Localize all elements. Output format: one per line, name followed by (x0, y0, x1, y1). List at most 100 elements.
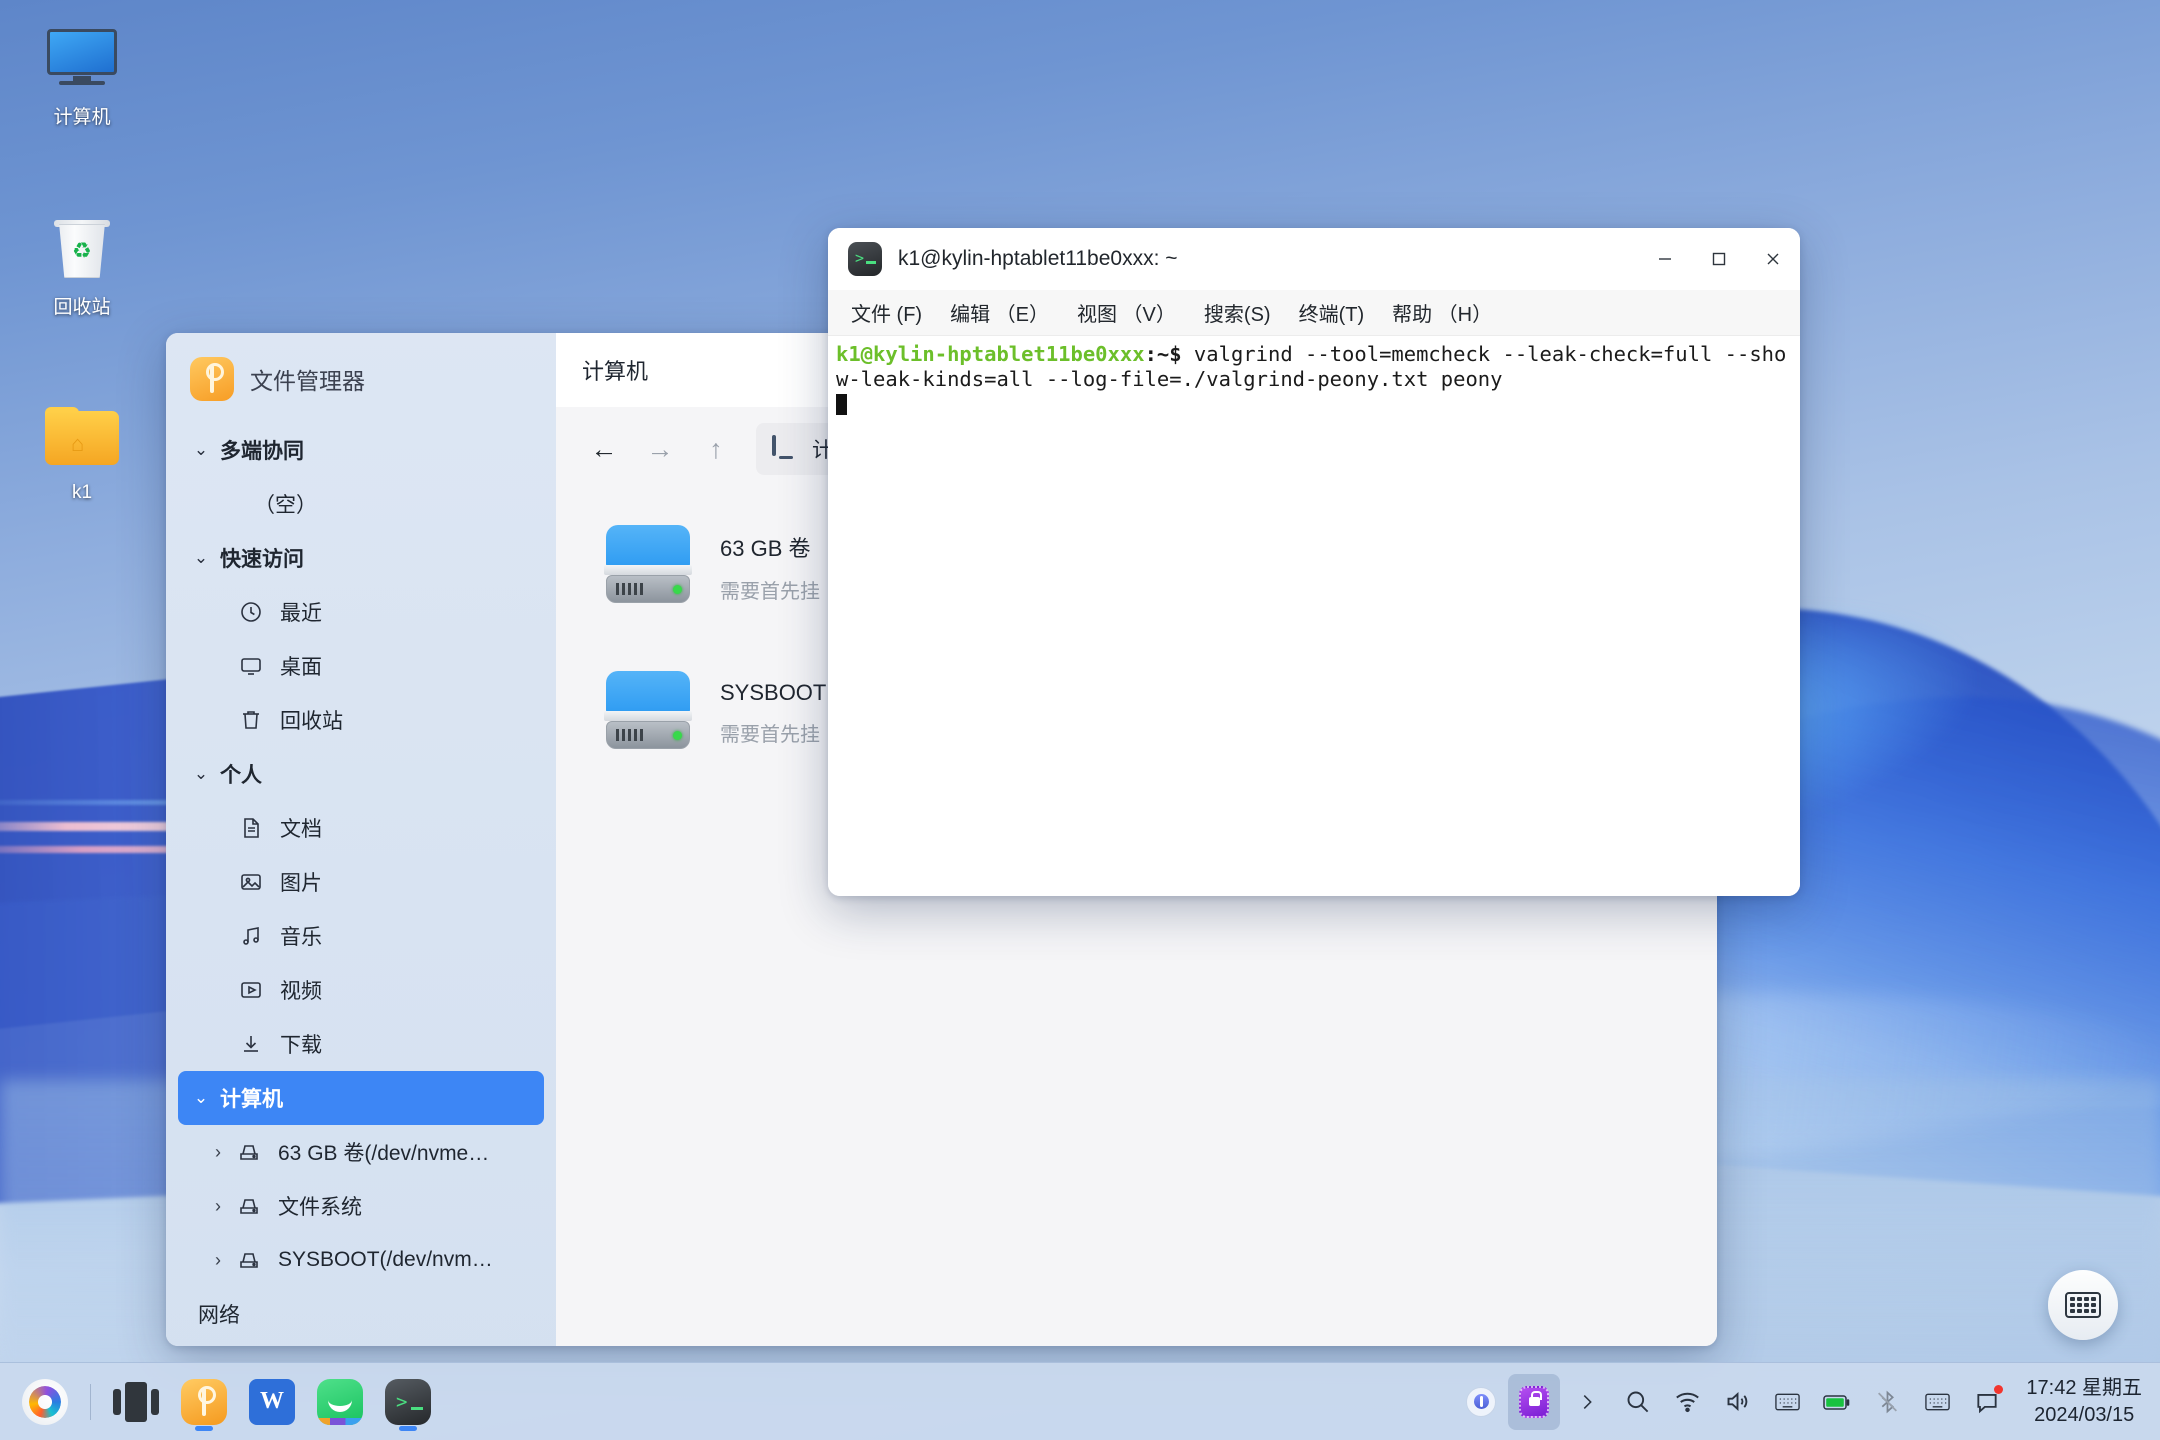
sidebar-item-pictures[interactable]: 图片 (178, 855, 544, 909)
sidebar-item-label: 图片 (280, 872, 322, 895)
terminal-output[interactable]: k1@kylin-hptablet11be0xxx:~$ valgrind --… (828, 336, 1800, 896)
tray-onscreen-keyboard[interactable] (1914, 1377, 1960, 1427)
terminal-menubar[interactable]: 文件 (F) 编辑 （E） 视图 （V） 搜索(S) 终端(T) 帮助 （H） (828, 290, 1800, 336)
sidebar-drive-label: SYSBOOT(/dev/nvm… (278, 1248, 493, 1271)
sidebar-item-label: 回收站 (280, 710, 343, 733)
taskbar-app-firefox[interactable] (14, 1371, 76, 1433)
tray-input-method[interactable] (1764, 1377, 1810, 1427)
drive-icon (232, 1194, 266, 1218)
tray-volume[interactable] (1714, 1377, 1760, 1427)
minimize-button[interactable] (1638, 228, 1692, 290)
taskbar-clock[interactable]: 17:42 星期五 2024/03/15 (2026, 1375, 2142, 1429)
desktop-icon-home[interactable]: ⌂ k1 (22, 398, 142, 504)
menu-file[interactable]: 文件 (F) (840, 293, 933, 332)
sidebar-item-label: 下载 (280, 1034, 322, 1057)
taskbar-app-terminal[interactable]: > (377, 1371, 439, 1433)
forward-button[interactable]: → (632, 425, 688, 473)
sidebar-group-multiterminal[interactable]: ⌄ 多端协同 (178, 423, 544, 477)
volume-icon (1727, 1392, 1748, 1411)
desktop-icon-label: 计算机 (53, 107, 111, 128)
sidebar-item-videos[interactable]: 视频 (178, 963, 544, 1017)
drive-status: 需要首先挂 (720, 580, 820, 603)
sidebar-item-desktop[interactable]: 桌面 (178, 639, 544, 693)
floating-keyboard-button[interactable] (2048, 1270, 2118, 1340)
hdd-icon (600, 671, 696, 755)
back-button[interactable]: ← (576, 425, 632, 473)
sidebar-item-downloads[interactable]: 下载 (178, 1017, 544, 1071)
sidebar-item-recent[interactable]: 最近 (178, 585, 544, 639)
taskbar-app-wechat[interactable] (309, 1371, 371, 1433)
file-manager-sidebar[interactable]: 文件管理器 ⌄ 多端协同 （空） ⌄ 快速访问 最近 桌面 回收站 ⌄ 个人 文… (166, 333, 556, 1346)
terminal-icon: > (385, 1378, 431, 1425)
computer-icon (772, 435, 800, 461)
tray-bluetooth[interactable] (1864, 1377, 1910, 1427)
sidebar-item-label: 视频 (280, 980, 322, 1003)
drive-info: SYSBOOT 需要首先挂 (720, 680, 826, 747)
menu-terminal[interactable]: 终端(T) (1288, 293, 1376, 332)
tray-security-center[interactable] (1458, 1377, 1504, 1427)
close-button[interactable] (1746, 228, 1800, 290)
sidebar-group-computer[interactable]: ⌄ 计算机 (178, 1071, 544, 1125)
wifi-icon (1676, 1392, 1699, 1413)
notification-badge (1994, 1384, 2004, 1394)
tray-wifi[interactable] (1664, 1377, 1710, 1427)
show-desktop-button[interactable] (2150, 1363, 2160, 1440)
file-manager-app-name: 文件管理器 (250, 368, 365, 394)
file-manager-tab-title[interactable]: 计算机 (582, 354, 648, 386)
bluetooth-off-icon (1877, 1390, 1897, 1413)
taskbar[interactable]: W > 17:42 星期五 2024/03/15 (0, 1362, 2160, 1440)
sidebar-item-recycle-bin[interactable]: 回收站 (178, 693, 544, 747)
battery-icon (1823, 1394, 1850, 1410)
tray-expand[interactable] (1564, 1377, 1610, 1427)
folder-home-icon: ⌂ (22, 398, 142, 476)
terminal-icon: > (848, 242, 882, 276)
desktop-icon (234, 654, 268, 678)
chevron-right-icon: › (215, 1249, 221, 1270)
terminal-title: k1@kylin-hptablet11be0xxx: ~ (898, 247, 1178, 270)
sidebar-group-label: 个人 (220, 764, 262, 787)
menu-view[interactable]: 视图 （V） (1066, 293, 1187, 332)
taskbar-app-task-view[interactable] (105, 1371, 167, 1433)
taskbar-app-wps[interactable]: W (241, 1371, 303, 1433)
menu-search[interactable]: 搜索(S) (1193, 293, 1282, 332)
sidebar-item-label: 网络 (198, 1304, 240, 1327)
tray-notifications[interactable] (1964, 1377, 2010, 1427)
file-manager-icon (190, 357, 234, 401)
sidebar-group-quick-access[interactable]: ⌄ 快速访问 (178, 531, 544, 585)
keyboard-icon (1925, 1393, 1950, 1410)
desktop[interactable]: 计算机 ♻ 回收站 ⌂ k1 文件管理器 ⌄ 多端协同 （空） ⌄ 快速访问 最… (0, 0, 2160, 1440)
tray-kylin-secure[interactable] (1508, 1373, 1561, 1430)
taskbar-app-file-manager[interactable] (173, 1371, 235, 1433)
maximize-button[interactable] (1692, 228, 1746, 290)
sidebar-item-empty: （空） (178, 477, 544, 531)
desktop-icon-recycle-bin[interactable]: ♻ 回收站 (22, 208, 142, 319)
clock-icon (234, 600, 268, 624)
chevron-right-icon (1584, 1394, 1593, 1409)
trash-icon: ♻ (22, 208, 142, 286)
image-icon (234, 870, 268, 894)
terminal-window[interactable]: > k1@kylin-hptablet11be0xxx: ~ 文件 (F) 编辑… (828, 228, 1800, 896)
firefox-icon (22, 1378, 68, 1425)
download-icon (234, 1032, 268, 1056)
sidebar-drive-label: 文件系统 (278, 1196, 362, 1219)
sidebar-group-label: 计算机 (220, 1088, 283, 1111)
sidebar-drive-sysboot[interactable]: › SYSBOOT(/dev/nvm… (178, 1233, 544, 1287)
desktop-icon-computer[interactable]: 计算机 (22, 18, 142, 129)
tray-battery[interactable] (1814, 1377, 1860, 1427)
sidebar-item-network[interactable]: 网络 (178, 1287, 544, 1341)
keyboard-icon (1775, 1393, 1800, 1410)
sidebar-item-documents[interactable]: 文档 (178, 801, 544, 855)
terminal-cursor (836, 394, 847, 415)
menu-edit[interactable]: 编辑 （E） (939, 293, 1060, 332)
sidebar-group-personal[interactable]: ⌄ 个人 (178, 747, 544, 801)
sidebar-drive-63gb[interactable]: › 63 GB 卷(/dev/nvme… (178, 1125, 544, 1179)
up-button[interactable]: ↑ (688, 425, 744, 473)
tray-search[interactable] (1614, 1377, 1660, 1427)
sidebar-item-music[interactable]: 音乐 (178, 909, 544, 963)
menu-help[interactable]: 帮助 （H） (1381, 293, 1503, 332)
clock-date: 2024/03/15 (2034, 1403, 2135, 1426)
chevron-right-icon: › (215, 1141, 221, 1162)
sidebar-drive-filesystem[interactable]: › 文件系统 (178, 1179, 544, 1233)
terminal-titlebar[interactable]: > k1@kylin-hptablet11be0xxx: ~ (828, 228, 1800, 290)
hdd-icon (600, 525, 696, 609)
